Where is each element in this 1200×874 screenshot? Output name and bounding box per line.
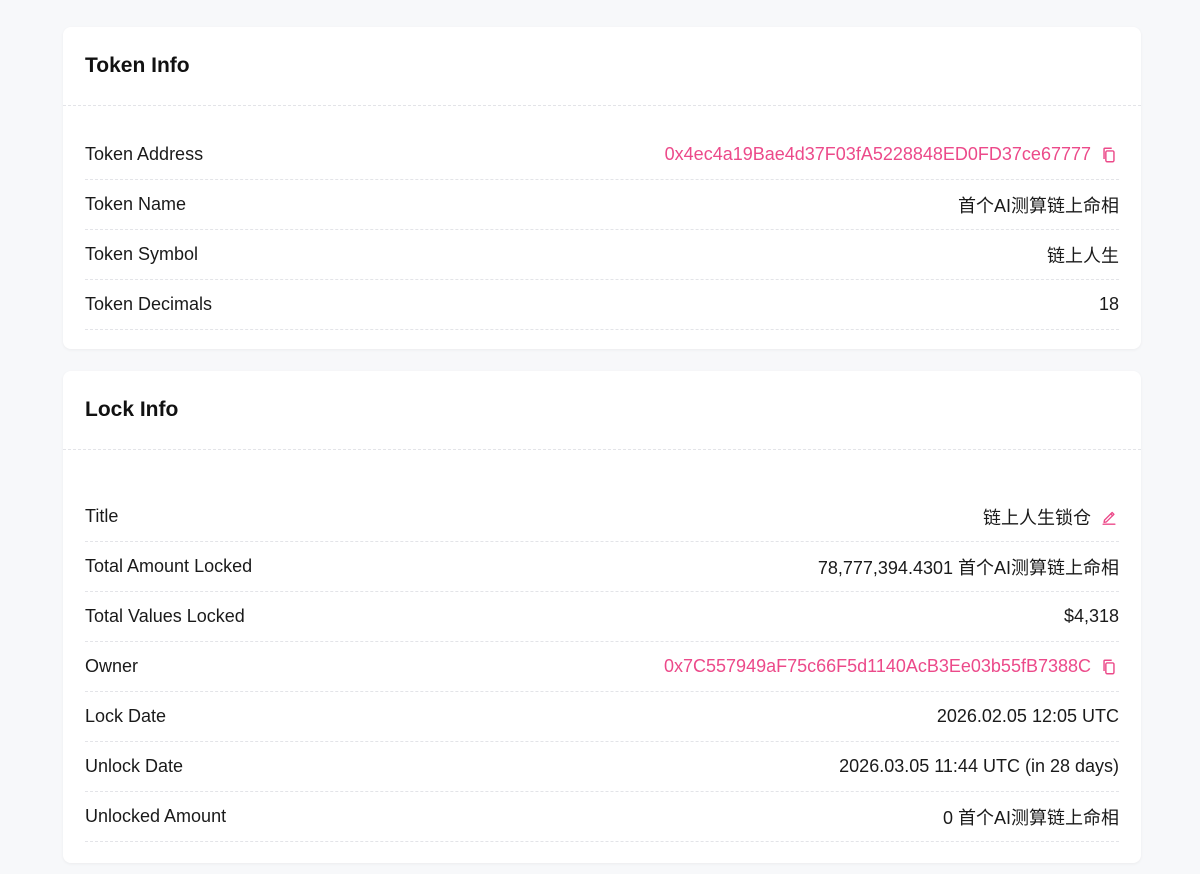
token-address-text[interactable]: 0x4ec4a19Bae4d37F03fA5228848ED0FD37ce677… (665, 144, 1091, 165)
edit-icon[interactable] (1099, 507, 1119, 527)
lock-info-rows: Title 链上人生锁仓 Total Amount Locked 78,777,… (85, 492, 1119, 842)
owner-value[interactable]: 0x7C557949aF75c66F5d1140AcB3Ee03b55fB738… (664, 656, 1119, 677)
token-symbol-row: Token Symbol 链上人生 (85, 230, 1119, 280)
page: Token Info Token Address 0x4ec4a19Bae4d3… (0, 0, 1200, 874)
total-amount-locked-row: Total Amount Locked 78,777,394.4301 首个AI… (85, 542, 1119, 592)
token-symbol-label: Token Symbol (85, 244, 199, 264)
token-decimals-value: 18 (1098, 294, 1119, 314)
token-name-row: Token Name 首个AI测算链上命相 (85, 180, 1119, 230)
lock-title-label: Title (85, 506, 119, 526)
total-amount-locked-value: 78,777,394.4301 首个AI测算链上命相 (817, 557, 1119, 578)
token-address-row: Token Address 0x4ec4a19Bae4d37F03fA52288… (85, 130, 1119, 180)
owner-address-text[interactable]: 0x7C557949aF75c66F5d1140AcB3Ee03b55fB738… (664, 656, 1091, 677)
unlocked-amount-value: 0 首个AI测算链上命相 (942, 807, 1119, 828)
unlocked-amount-row: Unlocked Amount 0 首个AI测算链上命相 (85, 792, 1119, 842)
lock-title-value: 链上人生锁仓 (983, 504, 1119, 530)
unlock-date-value: 2026.03.05 11:44 UTC (in 28 days) (839, 756, 1119, 776)
token-name-value: 首个AI测算链上命相 (957, 195, 1119, 216)
token-decimals-label: Token Decimals (85, 294, 213, 314)
token-info-card: Token Info Token Address 0x4ec4a19Bae4d3… (63, 27, 1141, 349)
unlock-date-row: Unlock Date 2026.03.05 11:44 UTC (in 28 … (85, 742, 1119, 792)
lock-date-row: Lock Date 2026.02.05 12:05 UTC (85, 692, 1119, 742)
copy-icon[interactable] (1099, 145, 1119, 165)
total-amount-locked-label: Total Amount Locked (85, 556, 253, 576)
unlocked-amount-label: Unlocked Amount (85, 806, 227, 826)
token-address-value[interactable]: 0x4ec4a19Bae4d37F03fA5228848ED0FD37ce677… (665, 144, 1119, 165)
lock-info-title: Lock Info (85, 398, 179, 421)
token-info-title: Token Info (85, 54, 190, 77)
lock-info-card: Lock Info Title 链上人生锁仓 Total Amount Lock… (63, 371, 1141, 863)
token-name-label: Token Name (85, 194, 187, 214)
token-decimals-row: Token Decimals 18 (85, 280, 1119, 330)
lock-date-label: Lock Date (85, 706, 167, 726)
lock-info-header: Lock Info (63, 371, 1141, 450)
lock-title-row: Title 链上人生锁仓 (85, 492, 1119, 542)
owner-row: Owner 0x7C557949aF75c66F5d1140AcB3Ee03b5… (85, 642, 1119, 692)
copy-icon[interactable] (1099, 657, 1119, 677)
total-values-locked-value: $4,318 (1063, 606, 1119, 626)
lock-date-value: 2026.02.05 12:05 UTC (936, 706, 1119, 726)
token-info-rows: Token Address 0x4ec4a19Bae4d37F03fA52288… (85, 130, 1119, 330)
total-values-locked-label: Total Values Locked (85, 606, 245, 626)
lock-title-text: 链上人生锁仓 (983, 507, 1091, 528)
owner-label: Owner (85, 656, 139, 676)
token-address-label: Token Address (85, 144, 204, 164)
total-values-locked-row: Total Values Locked $4,318 (85, 592, 1119, 642)
unlock-date-label: Unlock Date (85, 756, 184, 776)
token-info-header: Token Info (63, 27, 1141, 106)
token-symbol-value: 链上人生 (1047, 245, 1119, 266)
